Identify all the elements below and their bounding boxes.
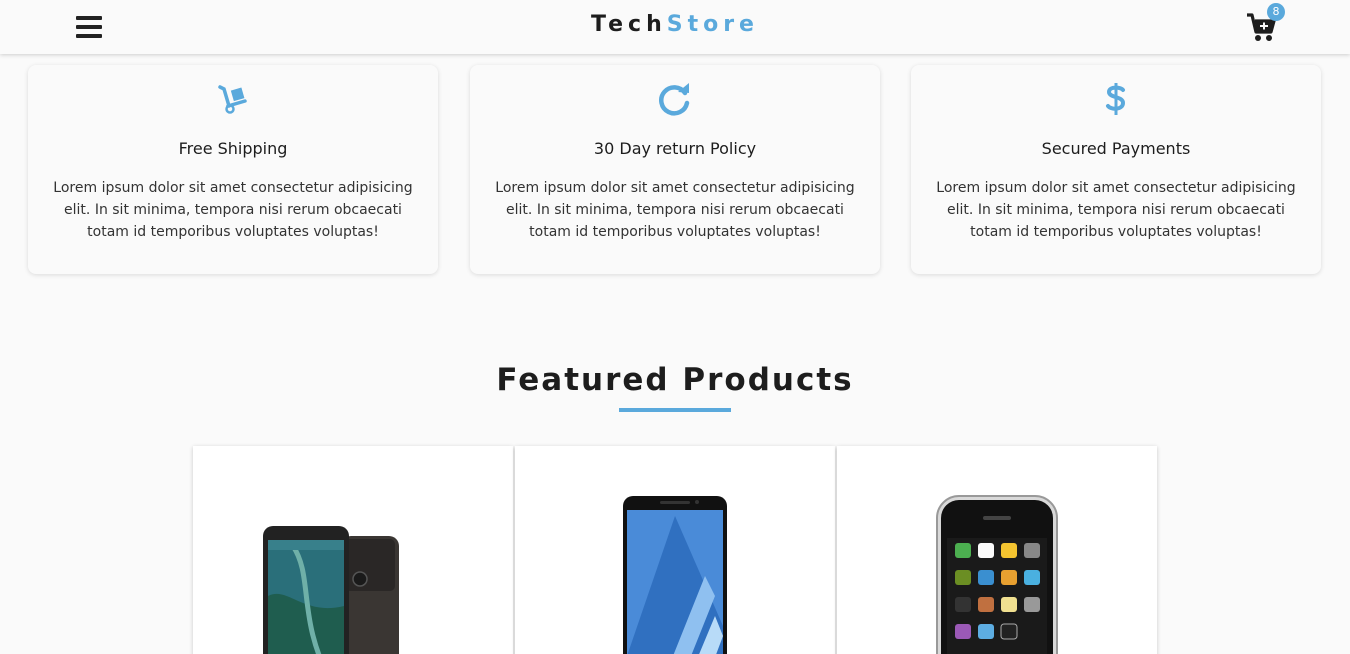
google-pixel-phone-image (263, 526, 399, 654)
cart-count-badge: 8 (1267, 3, 1285, 21)
feature-title: Secured Payments (1041, 139, 1191, 158)
feature-card-returns: 30 Day return Policy Lorem ipsum dolor s… (470, 65, 880, 274)
feature-text: Lorem ipsum dolor sit amet consectetur a… (53, 180, 413, 240)
samsung-galaxy-phone-image (623, 496, 727, 654)
feature-card-payments: Secured Payments Lorem ipsum dolor sit a… (911, 65, 1321, 274)
product-card[interactable] (193, 446, 513, 654)
title-underline (619, 408, 731, 412)
feature-title: Free Shipping (178, 139, 288, 158)
feature-text: Lorem ipsum dolor sit amet consectetur a… (936, 180, 1296, 240)
brand-logo[interactable]: TechStore (0, 12, 1350, 37)
dollar-icon (1097, 81, 1135, 117)
feature-card-shipping: Free Shipping Lorem ipsum dolor sit amet… (28, 65, 438, 274)
brand-name-part2: Store (666, 12, 759, 37)
product-card[interactable] (515, 446, 835, 654)
redo-icon (656, 81, 694, 117)
product-card[interactable] (837, 446, 1157, 654)
navbar: TechStore 8 (0, 0, 1350, 54)
featured-products-title: Featured Products (496, 362, 854, 398)
dolly-icon (214, 81, 252, 117)
feature-text: Lorem ipsum dolor sit amet consectetur a… (495, 180, 855, 240)
brand-name-part1: Tech (591, 12, 667, 37)
iphone-phone-image (936, 495, 1058, 654)
feature-title: 30 Day return Policy (593, 139, 757, 158)
